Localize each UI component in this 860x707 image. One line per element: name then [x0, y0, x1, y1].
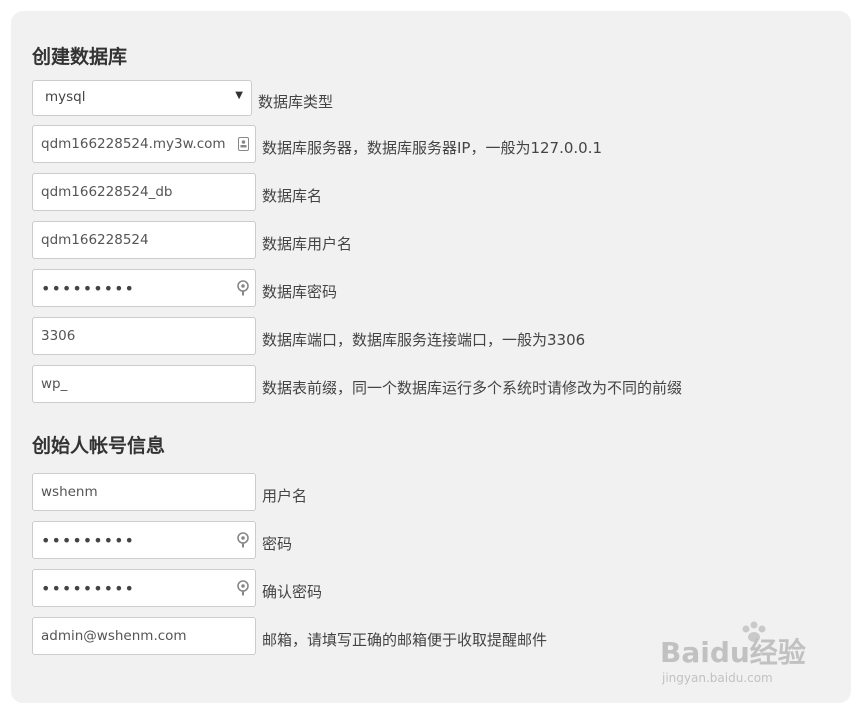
admin-password-confirm-input[interactable] [33, 570, 255, 606]
admin-username-label: 用户名 [262, 486, 308, 505]
db-server-label: 数据库服务器，数据库服务器IP，一般为127.0.0.1 [262, 138, 603, 157]
admin-password-label: 密码 [262, 534, 293, 553]
admin-password-confirm-row: 确认密码 [32, 569, 322, 607]
chevron-down-icon: ▼ [235, 90, 243, 101]
db-prefix-label: 数据表前缀，同一个数据库运行多个系统时请修改为不同的前缀 [262, 378, 683, 397]
db-password-row: 数据库密码 [32, 269, 337, 307]
db-server-field[interactable] [32, 125, 256, 163]
db-server-input[interactable] [33, 126, 255, 162]
admin-section-title: 创始人帐号信息 [32, 435, 166, 457]
key-icon[interactable] [237, 532, 249, 548]
admin-username-input[interactable] [33, 474, 255, 510]
db-password-input[interactable] [33, 270, 255, 306]
db-user-label: 数据库用户名 [262, 234, 353, 253]
admin-email-input[interactable] [33, 618, 255, 654]
admin-password-confirm-field[interactable] [32, 569, 256, 607]
db-name-field[interactable] [32, 173, 256, 211]
db-password-label: 数据库密码 [262, 282, 338, 301]
admin-password-confirm-label: 确认密码 [262, 582, 323, 601]
contact-card-icon[interactable] [237, 136, 249, 152]
admin-password-field[interactable] [32, 521, 256, 559]
admin-username-row: 用户名 [32, 473, 307, 511]
db-name-label: 数据库名 [262, 186, 323, 205]
db-type-select[interactable]: mysql ▼ [32, 80, 252, 116]
db-user-row: 数据库用户名 [32, 221, 352, 259]
watermark-url: jingyan.baidu.com [662, 671, 773, 685]
admin-password-row: 密码 [32, 521, 292, 559]
db-prefix-row: 数据表前缀，同一个数据库运行多个系统时请修改为不同的前缀 [32, 365, 682, 403]
admin-password-input[interactable] [33, 522, 255, 558]
db-port-field[interactable] [32, 317, 256, 355]
db-section-title: 创建数据库 [32, 46, 128, 68]
key-icon[interactable] [237, 280, 249, 296]
db-user-input[interactable] [33, 222, 255, 258]
watermark-brand: Baidu经验 [660, 636, 806, 669]
db-port-row: 数据库端口，数据库服务连接端口，一般为3306 [32, 317, 585, 355]
admin-email-row: 邮箱，请填写正确的邮箱便于收取提醒邮件 [32, 617, 547, 655]
db-name-row: 数据库名 [32, 173, 322, 211]
db-prefix-field[interactable] [32, 365, 256, 403]
admin-email-label: 邮箱，请填写正确的邮箱便于收取提醒邮件 [262, 630, 548, 649]
db-name-input[interactable] [33, 174, 255, 210]
admin-username-field[interactable] [32, 473, 256, 511]
db-port-label: 数据库端口，数据库服务连接端口，一般为3306 [262, 330, 586, 349]
db-type-row: mysql ▼ 数据库类型 [32, 79, 333, 117]
db-password-field[interactable] [32, 269, 256, 307]
db-user-field[interactable] [32, 221, 256, 259]
db-type-label: 数据库类型 [258, 92, 334, 111]
db-type-value: mysql [45, 89, 86, 105]
baidu-jingyan-watermark: Baidu经验 jingyan.baidu.com [660, 619, 820, 689]
key-icon[interactable] [237, 580, 249, 596]
db-port-input[interactable] [33, 318, 255, 354]
db-prefix-input[interactable] [33, 366, 255, 402]
db-server-row: 数据库服务器，数据库服务器IP，一般为127.0.0.1 [32, 125, 602, 163]
admin-email-field[interactable] [32, 617, 256, 655]
